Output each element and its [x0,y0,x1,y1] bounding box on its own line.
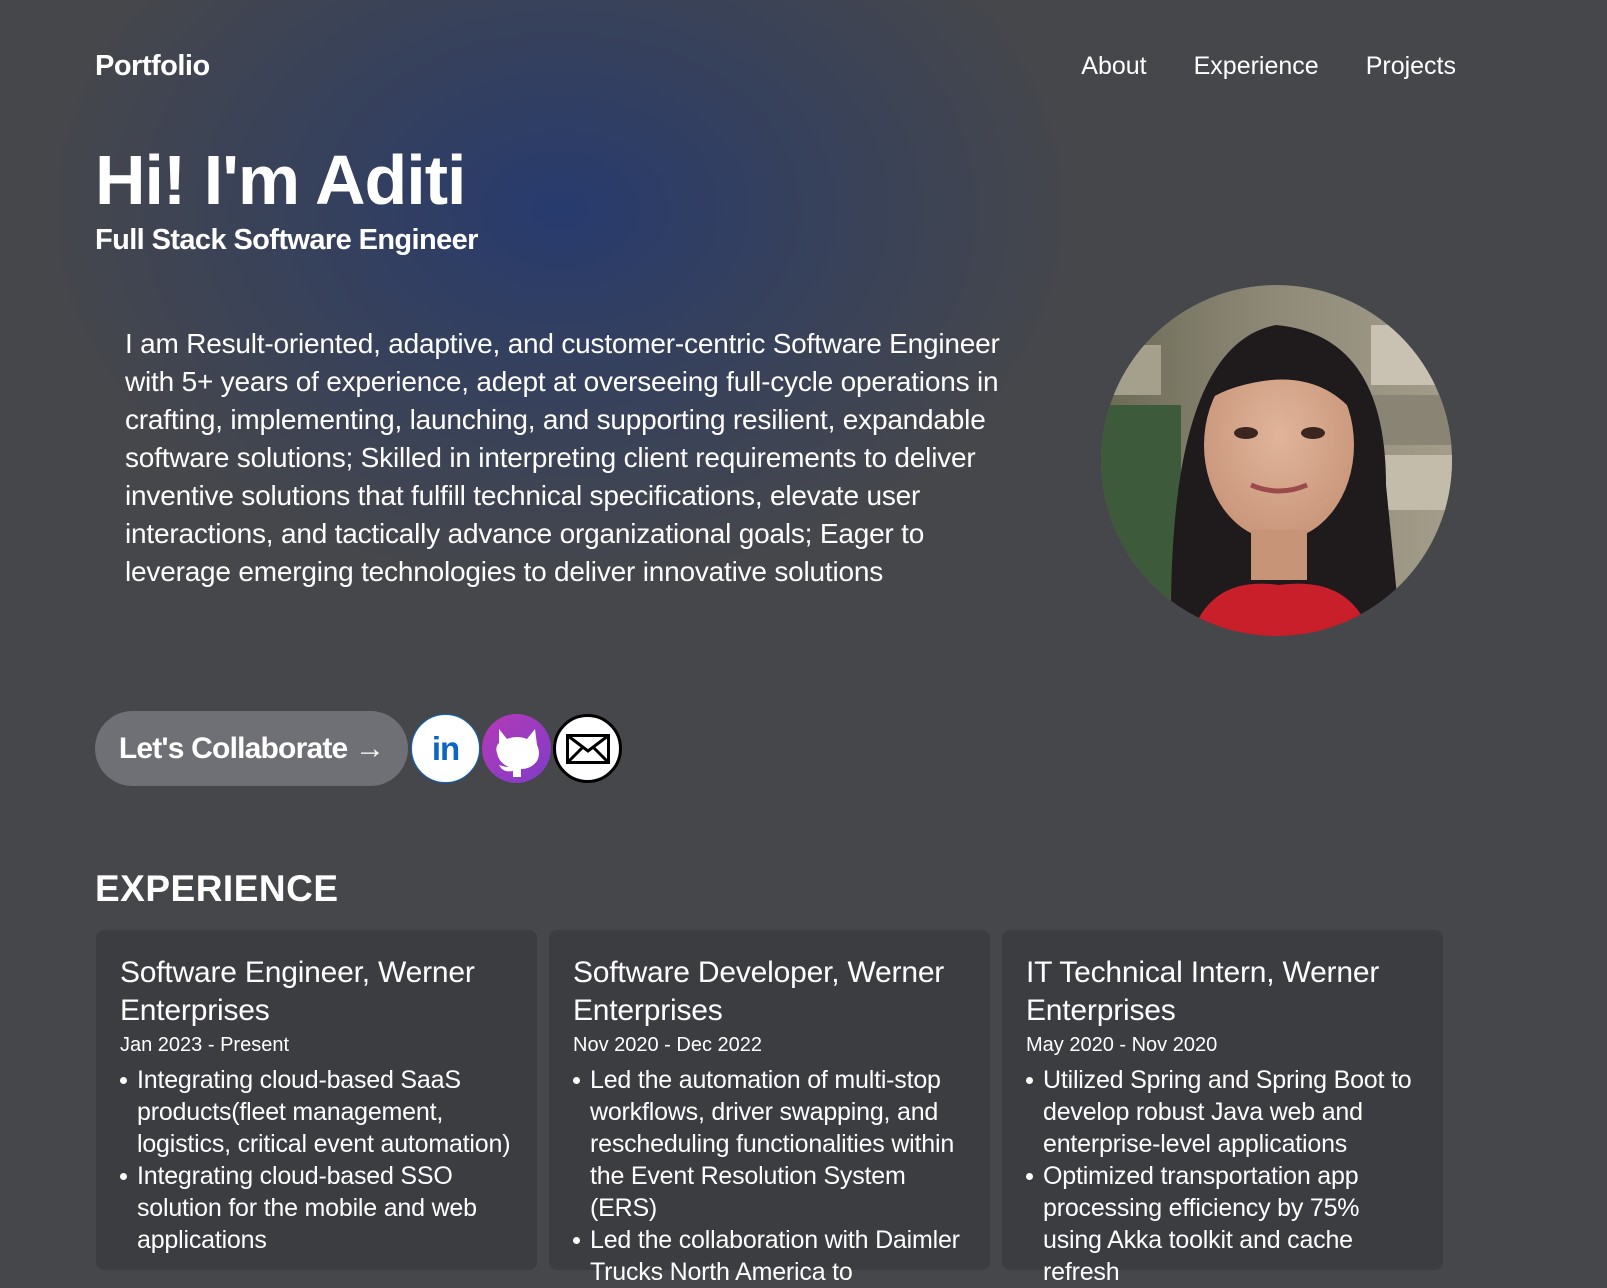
job-bullets: Led the automation of multi-stop workflo… [573,1064,966,1288]
job-bullet: Led the collaboration with Daimler Truck… [573,1224,966,1288]
lets-collaborate-button[interactable]: Let's Collaborate → [95,711,408,786]
job-title: IT Technical Intern, Werner Enterprises [1026,956,1380,1027]
job-title: Software Engineer, Werner Enterprises [120,956,475,1027]
page: Portfolio About Experience Projects Hi! … [0,0,1607,1286]
experience-card: IT Technical Intern, Werner Enterprises … [1002,930,1443,1286]
nav-link-about[interactable]: About [1081,52,1146,81]
job-dates: Nov 2020 - Dec 2022 [573,1034,763,1056]
github-button[interactable] [482,714,551,783]
mail-icon [565,733,610,764]
experience-card: Software Developer, Werner Enterprises N… [549,930,990,1286]
top-nav: Portfolio About Experience Projects [95,44,1456,88]
github-icon [495,728,539,777]
hero-subtitle: Full Stack Software Engineer [95,224,478,256]
hero-title: Hi! I'm Aditi [95,141,466,219]
job-bullet: Integrating cloud-based SSO solution for… [120,1160,513,1256]
action-row: Let's Collaborate → in [95,711,622,786]
nav-links: About Experience Projects [1081,52,1456,81]
bio-paragraph: I am Result-oriented, adaptive, and cust… [125,328,1000,587]
email-button[interactable] [553,714,622,783]
linkedin-icon: in [431,729,460,767]
job-dates: Jan 2023 - Present [120,1034,289,1056]
brand-logo[interactable]: Portfolio [95,50,210,83]
nav-link-experience[interactable]: Experience [1194,52,1319,81]
experience-section-title: EXPERIENCE [95,868,339,909]
linkedin-button[interactable]: in [411,714,480,783]
nav-link-projects[interactable]: Projects [1366,52,1456,81]
job-bullet: Utilized Spring and Spring Boot to devel… [1026,1064,1419,1160]
job-bullet: Led the automation of multi-stop workflo… [573,1064,966,1224]
experience-cards: Software Engineer, Werner Enterprises Ja… [96,930,1443,1286]
job-bullets: Utilized Spring and Spring Boot to devel… [1026,1064,1419,1288]
job-bullet: Integrating cloud-based SaaS products(fl… [120,1064,513,1160]
job-bullets: Integrating cloud-based SaaS products(fl… [120,1064,513,1256]
experience-card: Software Engineer, Werner Enterprises Ja… [96,930,537,1270]
job-bullet: Optimized transportation app processing … [1026,1160,1419,1288]
job-dates: May 2020 - Nov 2020 [1026,1034,1218,1056]
profile-photo [1101,285,1452,636]
job-title: Software Developer, Werner Enterprises [573,956,945,1027]
